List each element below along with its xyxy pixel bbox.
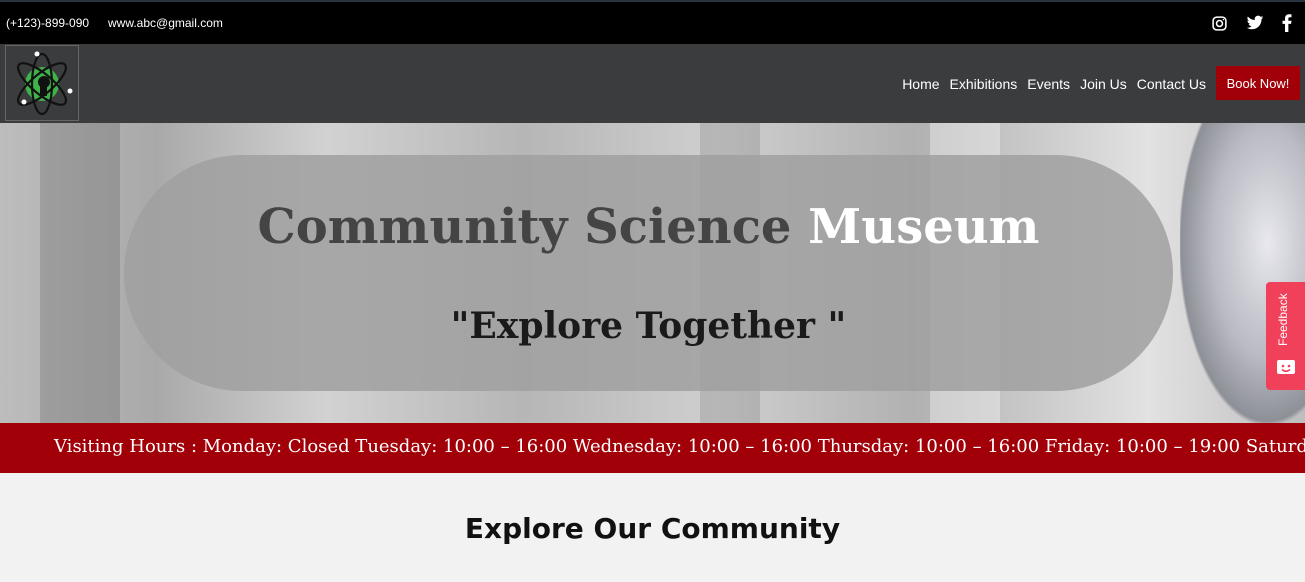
primary-nav: Home Exhibitions Events Join Us Contact … (902, 76, 1206, 92)
twitter-icon[interactable] (1245, 13, 1265, 33)
hero-title-part2: Museum (808, 199, 1040, 255)
facebook-icon[interactable] (1277, 13, 1297, 33)
nav-link-home[interactable]: Home (902, 76, 939, 92)
feedback-smiley-icon (1277, 360, 1295, 374)
hero-title: Community Science Museum (124, 199, 1173, 255)
email-address: www.abc@gmail.com (108, 16, 223, 30)
hero-title-part1: Community Science (257, 199, 809, 255)
nav-link-contact-us[interactable]: Contact Us (1137, 76, 1206, 92)
hero-overlay-pill (124, 155, 1173, 391)
top-contact-bar: (+123)-899-090 www.abc@gmail.com (0, 0, 1305, 44)
hero-background-blur (40, 123, 120, 423)
book-now-button[interactable]: Book Now! (1216, 66, 1300, 100)
feedback-label: Feedback (1276, 293, 1290, 346)
nav-link-exhibitions[interactable]: Exhibitions (950, 76, 1018, 92)
hero-banner: Community Science Museum "Explore Togeth… (0, 123, 1305, 423)
feedback-tab[interactable]: Feedback (1266, 282, 1305, 390)
nav-link-join-us[interactable]: Join Us (1080, 76, 1127, 92)
visiting-hours-ticker: Visiting Hours : Monday: Closed Tuesday:… (0, 423, 1305, 473)
nav-link-events[interactable]: Events (1027, 76, 1070, 92)
visiting-hours-text: Visiting Hours : Monday: Closed Tuesday:… (54, 436, 1305, 457)
main-navbar: Home Exhibitions Events Join Us Contact … (0, 44, 1305, 123)
instagram-icon[interactable] (1209, 13, 1229, 33)
hero-tagline: "Explore Together " (450, 305, 847, 347)
phone-number: (+123)-899-090 (6, 16, 90, 30)
section-title: Explore Our Community (464, 512, 841, 545)
atom-logo-icon[interactable] (5, 45, 79, 121)
